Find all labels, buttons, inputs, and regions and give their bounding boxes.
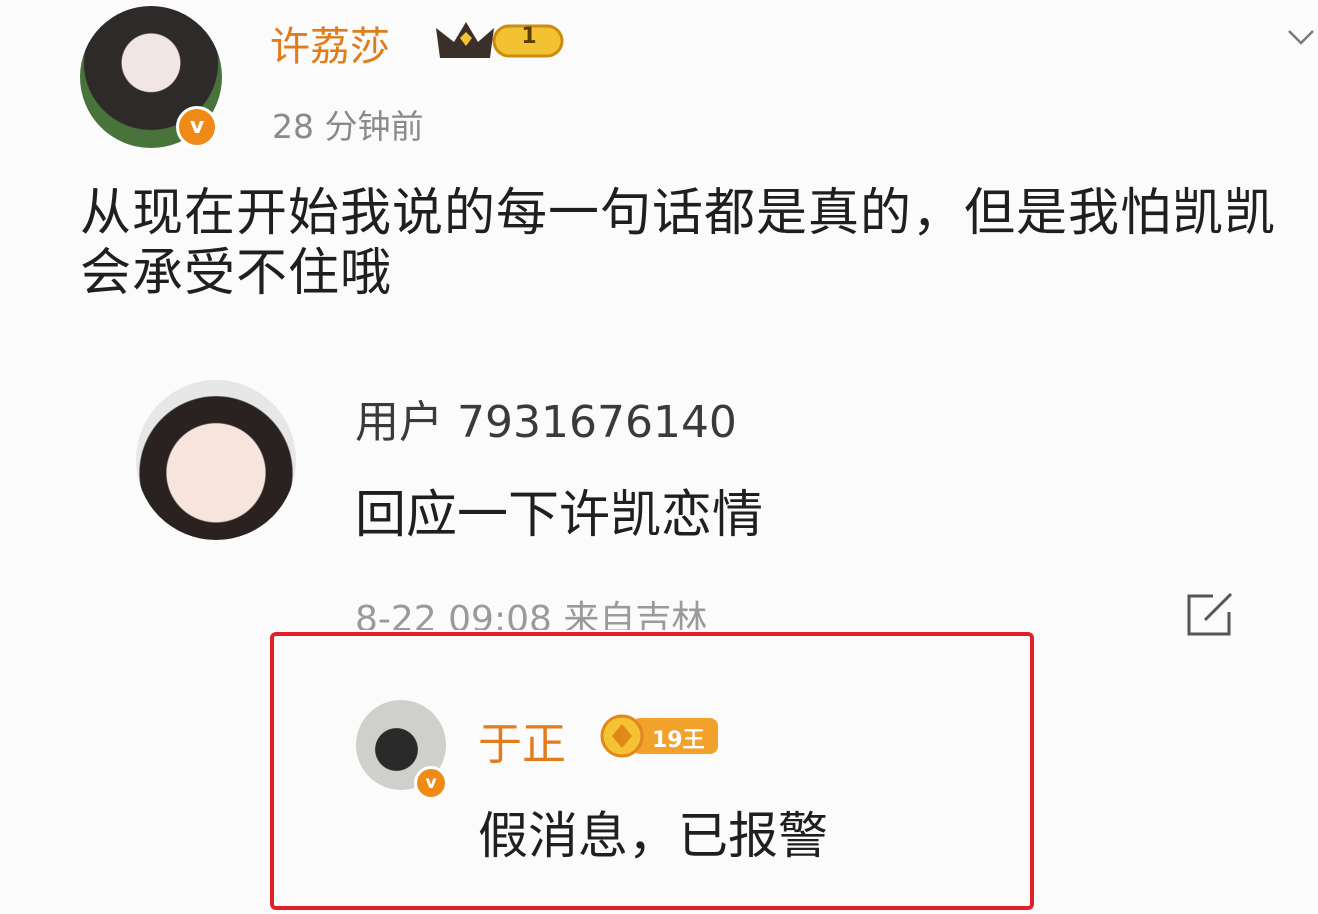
reply-content: 回应一下许凯恋情	[355, 486, 764, 545]
post-content: 从现在开始我说的每一句话都是真的，但是我怕凯凯会承受不住哦	[80, 184, 1277, 303]
chevron-down-icon[interactable]	[1286, 22, 1316, 52]
author-name[interactable]: 许荔莎	[270, 14, 390, 72]
sub-reply-username[interactable]: 于正	[478, 708, 566, 772]
reply-username[interactable]: 用户 7931676140	[355, 386, 737, 450]
post-timestamp: 28 分钟前	[272, 107, 424, 146]
fan-badge-text: 19王	[652, 728, 705, 753]
edit-icon[interactable]	[1183, 590, 1239, 640]
verified-v-icon: v	[176, 106, 218, 148]
verified-v-icon: v	[414, 766, 448, 800]
reply-avatar[interactable]	[136, 380, 296, 540]
reply-meta: 8-22 09:08 来自吉林	[355, 599, 708, 630]
sub-reply-content: 假消息，已报警	[478, 807, 828, 865]
level-number: 1	[521, 24, 537, 49]
crown-level-badge	[436, 22, 564, 58]
